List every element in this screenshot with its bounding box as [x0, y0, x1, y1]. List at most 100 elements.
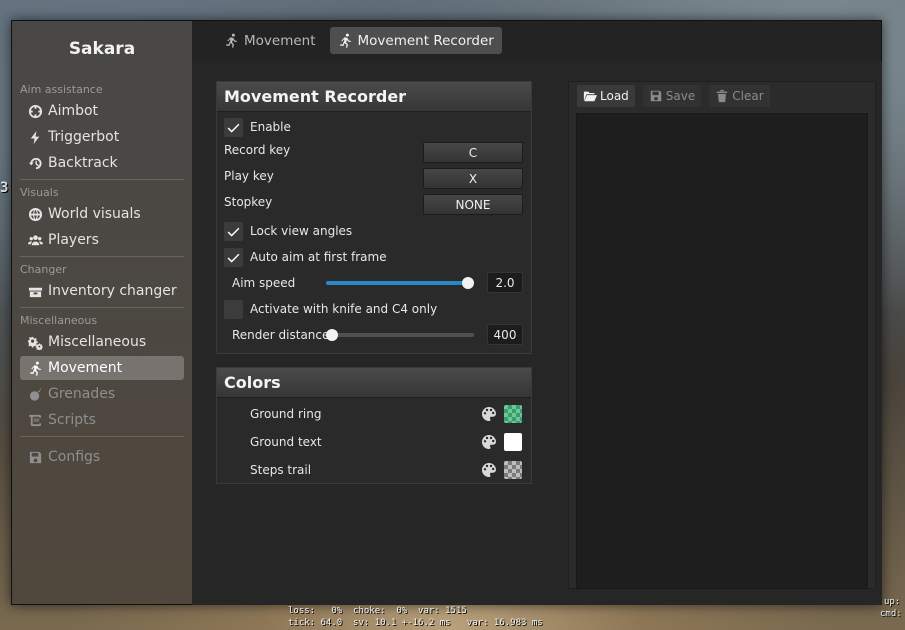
palette-icon[interactable]	[481, 462, 497, 478]
running-icon	[339, 33, 351, 48]
stop-key-row: Stopkey NONE	[224, 191, 523, 215]
sidebar-item-players[interactable]: Players	[20, 228, 184, 252]
auto-aim-row: Auto aim at first frame	[224, 246, 523, 268]
auto-aim-checkbox[interactable]	[224, 247, 243, 267]
play-key-button[interactable]: X	[423, 168, 523, 189]
sidebar-item-backtrack[interactable]: Backtrack	[20, 151, 184, 175]
sidebar-item-label: Inventory changer	[48, 283, 177, 299]
bomb-icon	[26, 386, 44, 402]
cogs-icon	[26, 334, 44, 350]
sidebar-item-movement[interactable]: Movement	[20, 356, 184, 380]
aim-speed-label: Aim speed	[232, 276, 296, 290]
crosshair-icon	[26, 103, 44, 119]
recordings-panel: Load Save Clear	[568, 81, 876, 589]
knife-c4-checkbox[interactable]	[224, 299, 243, 319]
palette-icon[interactable]	[481, 406, 497, 422]
edge-right-cmd: cmd:	[880, 609, 902, 619]
render-distance-knob[interactable]	[326, 329, 338, 341]
sidebar-item-label: Movement	[48, 360, 123, 376]
movement-recorder-panel: Movement Recorder Enable Record key C Pl…	[216, 81, 532, 354]
lock-view-row: Lock view angles	[224, 220, 523, 242]
lock-view-checkbox[interactable]	[224, 221, 243, 241]
record-key-row: Record key C	[224, 139, 523, 163]
history-icon	[26, 155, 44, 171]
tab-movement-recorder[interactable]: Movement Recorder	[329, 27, 502, 54]
sidebar-item-label: Scripts	[48, 412, 96, 428]
section-miscellaneous: Miscellaneous	[20, 314, 98, 327]
colors-panel: Colors Ground ring Ground text Steps tra…	[216, 367, 532, 484]
knife-c4-row: Activate with knife and C4 only	[224, 298, 523, 320]
brand-title: Sakara	[68, 39, 136, 59]
auto-aim-label: Auto aim at first frame	[250, 250, 387, 264]
color-swatch-ground-ring[interactable]	[504, 405, 522, 423]
recordings-toolbar: Load Save Clear	[577, 85, 770, 107]
sidebar-item-inventory-changer[interactable]: Inventory changer	[20, 279, 184, 303]
check-icon	[227, 123, 240, 133]
tab-movement[interactable]: Movement	[216, 27, 324, 54]
play-key-row: Play key X	[224, 165, 523, 189]
section-visuals: Visuals	[20, 186, 59, 199]
aim-speed-slider[interactable]	[326, 277, 474, 289]
sidebar-item-aimbot[interactable]: Aimbot	[20, 99, 184, 123]
edge-left-digit: 3	[0, 180, 9, 196]
aim-speed-value[interactable]: 2.0	[487, 272, 523, 293]
users-icon	[26, 232, 44, 248]
load-label: Load	[600, 89, 629, 103]
edge-right-up: up:	[884, 597, 901, 607]
sidebar-item-grenades[interactable]: Grenades	[20, 382, 184, 406]
sidebar-item-label: Triggerbot	[48, 129, 120, 145]
section-divider	[20, 307, 184, 308]
save-button[interactable]: Save	[642, 85, 702, 107]
sidebar-item-scripts[interactable]: Scripts	[20, 408, 184, 432]
sidebar-item-label: World visuals	[48, 206, 141, 222]
tab-label: Movement	[244, 32, 316, 49]
section-changer: Changer	[20, 263, 67, 276]
render-distance-value[interactable]: 400	[487, 324, 523, 345]
sidebar-item-label: Backtrack	[48, 155, 118, 171]
trash-icon	[717, 89, 728, 103]
render-distance-label: Render distance	[232, 328, 330, 342]
palette-icon[interactable]	[481, 434, 497, 450]
recordings-list[interactable]	[576, 113, 868, 589]
netgraph-line-2: tick: 64.0 sv: 10.1 +-16.2 ms var: 16.98…	[288, 618, 543, 628]
render-distance-slider[interactable]	[326, 329, 474, 341]
aim-speed-knob[interactable]	[462, 277, 474, 289]
enable-row: Enable	[224, 116, 523, 138]
check-icon	[227, 253, 240, 263]
lock-view-label: Lock view angles	[250, 224, 353, 238]
sidebar-item-configs[interactable]: Configs	[20, 445, 184, 469]
stop-key-label: Stopkey	[224, 195, 273, 209]
sidebar-item-label: Players	[48, 232, 99, 248]
record-key-label: Record key	[224, 143, 291, 157]
color-swatch-ground-text[interactable]	[504, 433, 522, 451]
color-swatch-steps-trail[interactable]	[504, 461, 522, 479]
stop-key-button[interactable]: NONE	[423, 194, 523, 215]
floppy-icon	[650, 90, 662, 102]
section-aim-assistance: Aim assistance	[20, 83, 103, 96]
record-key-button[interactable]: C	[423, 142, 523, 163]
netgraph-line-1: loss: 0% choke: 0% var: 1515	[288, 606, 467, 616]
panel-title: Colors	[217, 368, 531, 398]
color-row-steps-trail: Steps trail	[250, 459, 523, 481]
sidebar-item-label: Aimbot	[48, 103, 99, 119]
clear-label: Clear	[732, 89, 764, 103]
tab-label: Movement Recorder	[357, 32, 494, 49]
color-row-ground-ring: Ground ring	[250, 403, 523, 425]
floppy-icon	[26, 449, 44, 465]
tab-bar: Movement Movement Recorder	[216, 27, 502, 55]
running-icon	[26, 360, 44, 376]
section-divider	[20, 179, 184, 180]
sidebar-item-triggerbot[interactable]: Triggerbot	[20, 125, 184, 149]
sidebar-item-world-visuals[interactable]: World visuals	[20, 202, 184, 226]
color-row-ground-text: Ground text	[250, 431, 523, 453]
clear-button[interactable]: Clear	[709, 85, 770, 107]
sidebar-item-label: Miscellaneous	[48, 334, 147, 350]
play-key-label: Play key	[224, 169, 274, 183]
enable-checkbox[interactable]	[224, 117, 243, 137]
knife-c4-label: Activate with knife and C4 only	[250, 302, 438, 316]
sidebar-item-label: Grenades	[48, 386, 116, 402]
sidebar-item-miscellaneous[interactable]: Miscellaneous	[20, 330, 184, 354]
scroll-icon	[26, 412, 44, 428]
sidebar: Sakara Aim assistance Aimbot Triggerbot …	[12, 21, 192, 604]
load-button[interactable]: Load	[577, 85, 635, 107]
